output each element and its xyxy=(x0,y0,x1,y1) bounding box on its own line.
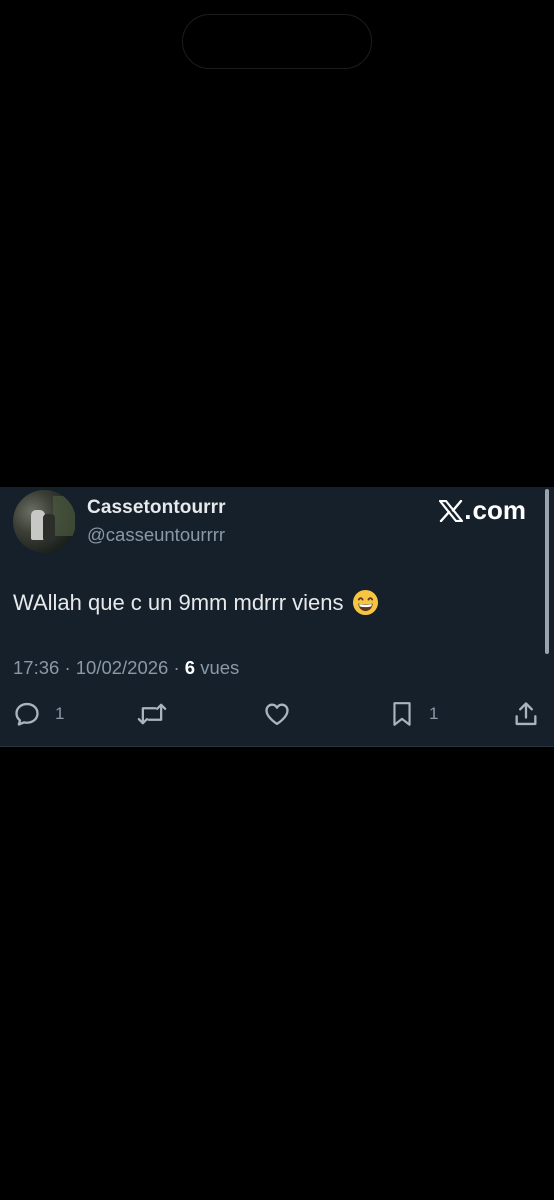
action-bar: 1 1 xyxy=(0,700,554,734)
share-button[interactable] xyxy=(512,700,540,728)
bookmark-icon xyxy=(393,702,411,726)
tweet-date: 10/02/2026 xyxy=(75,657,169,678)
retweet-icon xyxy=(137,703,167,725)
grinning-face-emoji-icon xyxy=(352,589,378,616)
share-icon xyxy=(515,702,537,726)
reply-button[interactable]: 1 xyxy=(13,700,64,728)
tweet-body: WAllah que c un 9mm mdrrr viens xyxy=(13,589,379,616)
display-name[interactable]: Cassetontourrr xyxy=(87,497,226,519)
tweet-card[interactable]: Cassetontourrr @casseuntourrrr . com WAll… xyxy=(0,487,554,747)
tweet-meta: 17:36 · 10/02/2026 · 6 vues xyxy=(13,657,240,678)
user-handle[interactable]: @casseuntourrrr xyxy=(87,524,225,546)
tweet-text: WAllah que c un 9mm mdrrr viens xyxy=(13,589,344,615)
reply-icon xyxy=(15,702,39,726)
views-count: 6 xyxy=(184,657,196,678)
black-background xyxy=(0,747,554,1200)
retweet-button[interactable] xyxy=(136,700,182,728)
bookmark-count: 1 xyxy=(429,704,439,723)
heart-icon xyxy=(265,703,289,726)
brand-domain: com xyxy=(472,495,526,525)
avatar[interactable] xyxy=(13,490,76,553)
like-button[interactable] xyxy=(262,700,306,728)
x-logo-icon xyxy=(439,499,464,522)
views-label: vues xyxy=(200,657,240,678)
bookmark-button[interactable]: 1 xyxy=(389,700,438,728)
dynamic-island xyxy=(182,14,372,69)
reply-count: 1 xyxy=(55,704,65,723)
scrollbar[interactable] xyxy=(545,489,549,654)
x-com-logo: . com xyxy=(439,495,526,526)
tweet-time: 17:36 xyxy=(13,657,60,678)
